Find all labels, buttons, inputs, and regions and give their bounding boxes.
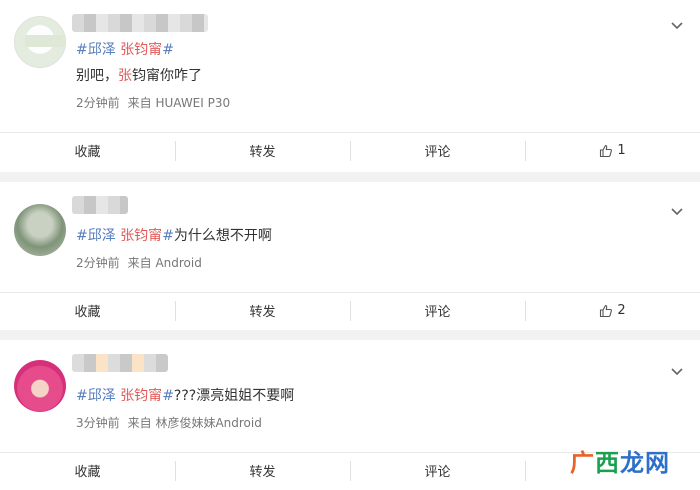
source: 来自 HUAWEI P30 — [127, 96, 231, 110]
username-blurred[interactable] — [72, 14, 208, 32]
thumbs-up-icon — [600, 144, 613, 157]
source: 来自 Android — [127, 256, 202, 270]
timestamp: 2分钟前 — [76, 96, 120, 110]
topic-link[interactable]: #邱泽 张钧甯# — [76, 42, 174, 58]
like-button[interactable]: 2 — [525, 293, 700, 328]
favorite-button[interactable]: 收藏 — [0, 293, 175, 328]
action-bar: 收藏 转发 评论 2 — [0, 292, 700, 328]
comment-text: #邱泽 张钧甯#???漂亮姐姐不要啊 — [76, 388, 295, 404]
repost-button[interactable]: 转发 — [175, 453, 350, 488]
chevron-down-icon[interactable] — [670, 18, 684, 32]
source: 来自 林彦俊妹妹Android — [127, 416, 262, 430]
favorite-button[interactable]: 收藏 — [0, 453, 175, 488]
avatar[interactable] — [14, 360, 66, 412]
thumbs-up-icon — [600, 304, 613, 317]
favorite-button[interactable]: 收藏 — [0, 133, 175, 168]
comment-card: #邱泽 张钧甯# 别吧，张钧甯你咋了 2分钟前 来自 HUAWEI P30 收藏 … — [0, 0, 700, 172]
avatar[interactable] — [14, 16, 66, 68]
comment-text: #邱泽 张钧甯#为什么想不开啊 — [76, 228, 272, 244]
timestamp: 3分钟前 — [76, 416, 120, 430]
topic-link[interactable]: #邱泽 张钧甯# — [76, 388, 174, 404]
like-count: 2 — [617, 303, 626, 318]
comment-meta: 3分钟前 来自 林彦俊妹妹Android — [76, 414, 262, 431]
comment-text: #邱泽 张钧甯# — [76, 40, 174, 60]
like-count: 1 — [617, 143, 626, 158]
chevron-down-icon[interactable] — [670, 364, 684, 378]
watermark-logo: 广西龙网 — [570, 448, 670, 477]
comment-button[interactable]: 评论 — [350, 453, 525, 488]
repost-button[interactable]: 转发 — [175, 293, 350, 328]
comment-card: #邱泽 张钧甯#为什么想不开啊 2分钟前 来自 Android 收藏 转发 评论 … — [0, 182, 700, 330]
comment-meta: 2分钟前 来自 HUAWEI P30 — [76, 94, 230, 111]
username-blurred[interactable] — [72, 196, 128, 214]
chevron-down-icon[interactable] — [670, 204, 684, 218]
comment-button[interactable]: 评论 — [350, 293, 525, 328]
topic-link[interactable]: #邱泽 张钧甯# — [76, 228, 174, 244]
avatar[interactable] — [14, 204, 66, 256]
repost-button[interactable]: 转发 — [175, 133, 350, 168]
username-blurred[interactable] — [72, 354, 168, 372]
action-bar: 收藏 转发 评论 1 — [0, 132, 700, 168]
timestamp: 2分钟前 — [76, 256, 120, 270]
comment-body: 别吧，张钧甯你咋了 — [76, 68, 202, 84]
comment-button[interactable]: 评论 — [350, 133, 525, 168]
like-button[interactable]: 1 — [525, 133, 700, 168]
comment-meta: 2分钟前 来自 Android — [76, 254, 202, 271]
